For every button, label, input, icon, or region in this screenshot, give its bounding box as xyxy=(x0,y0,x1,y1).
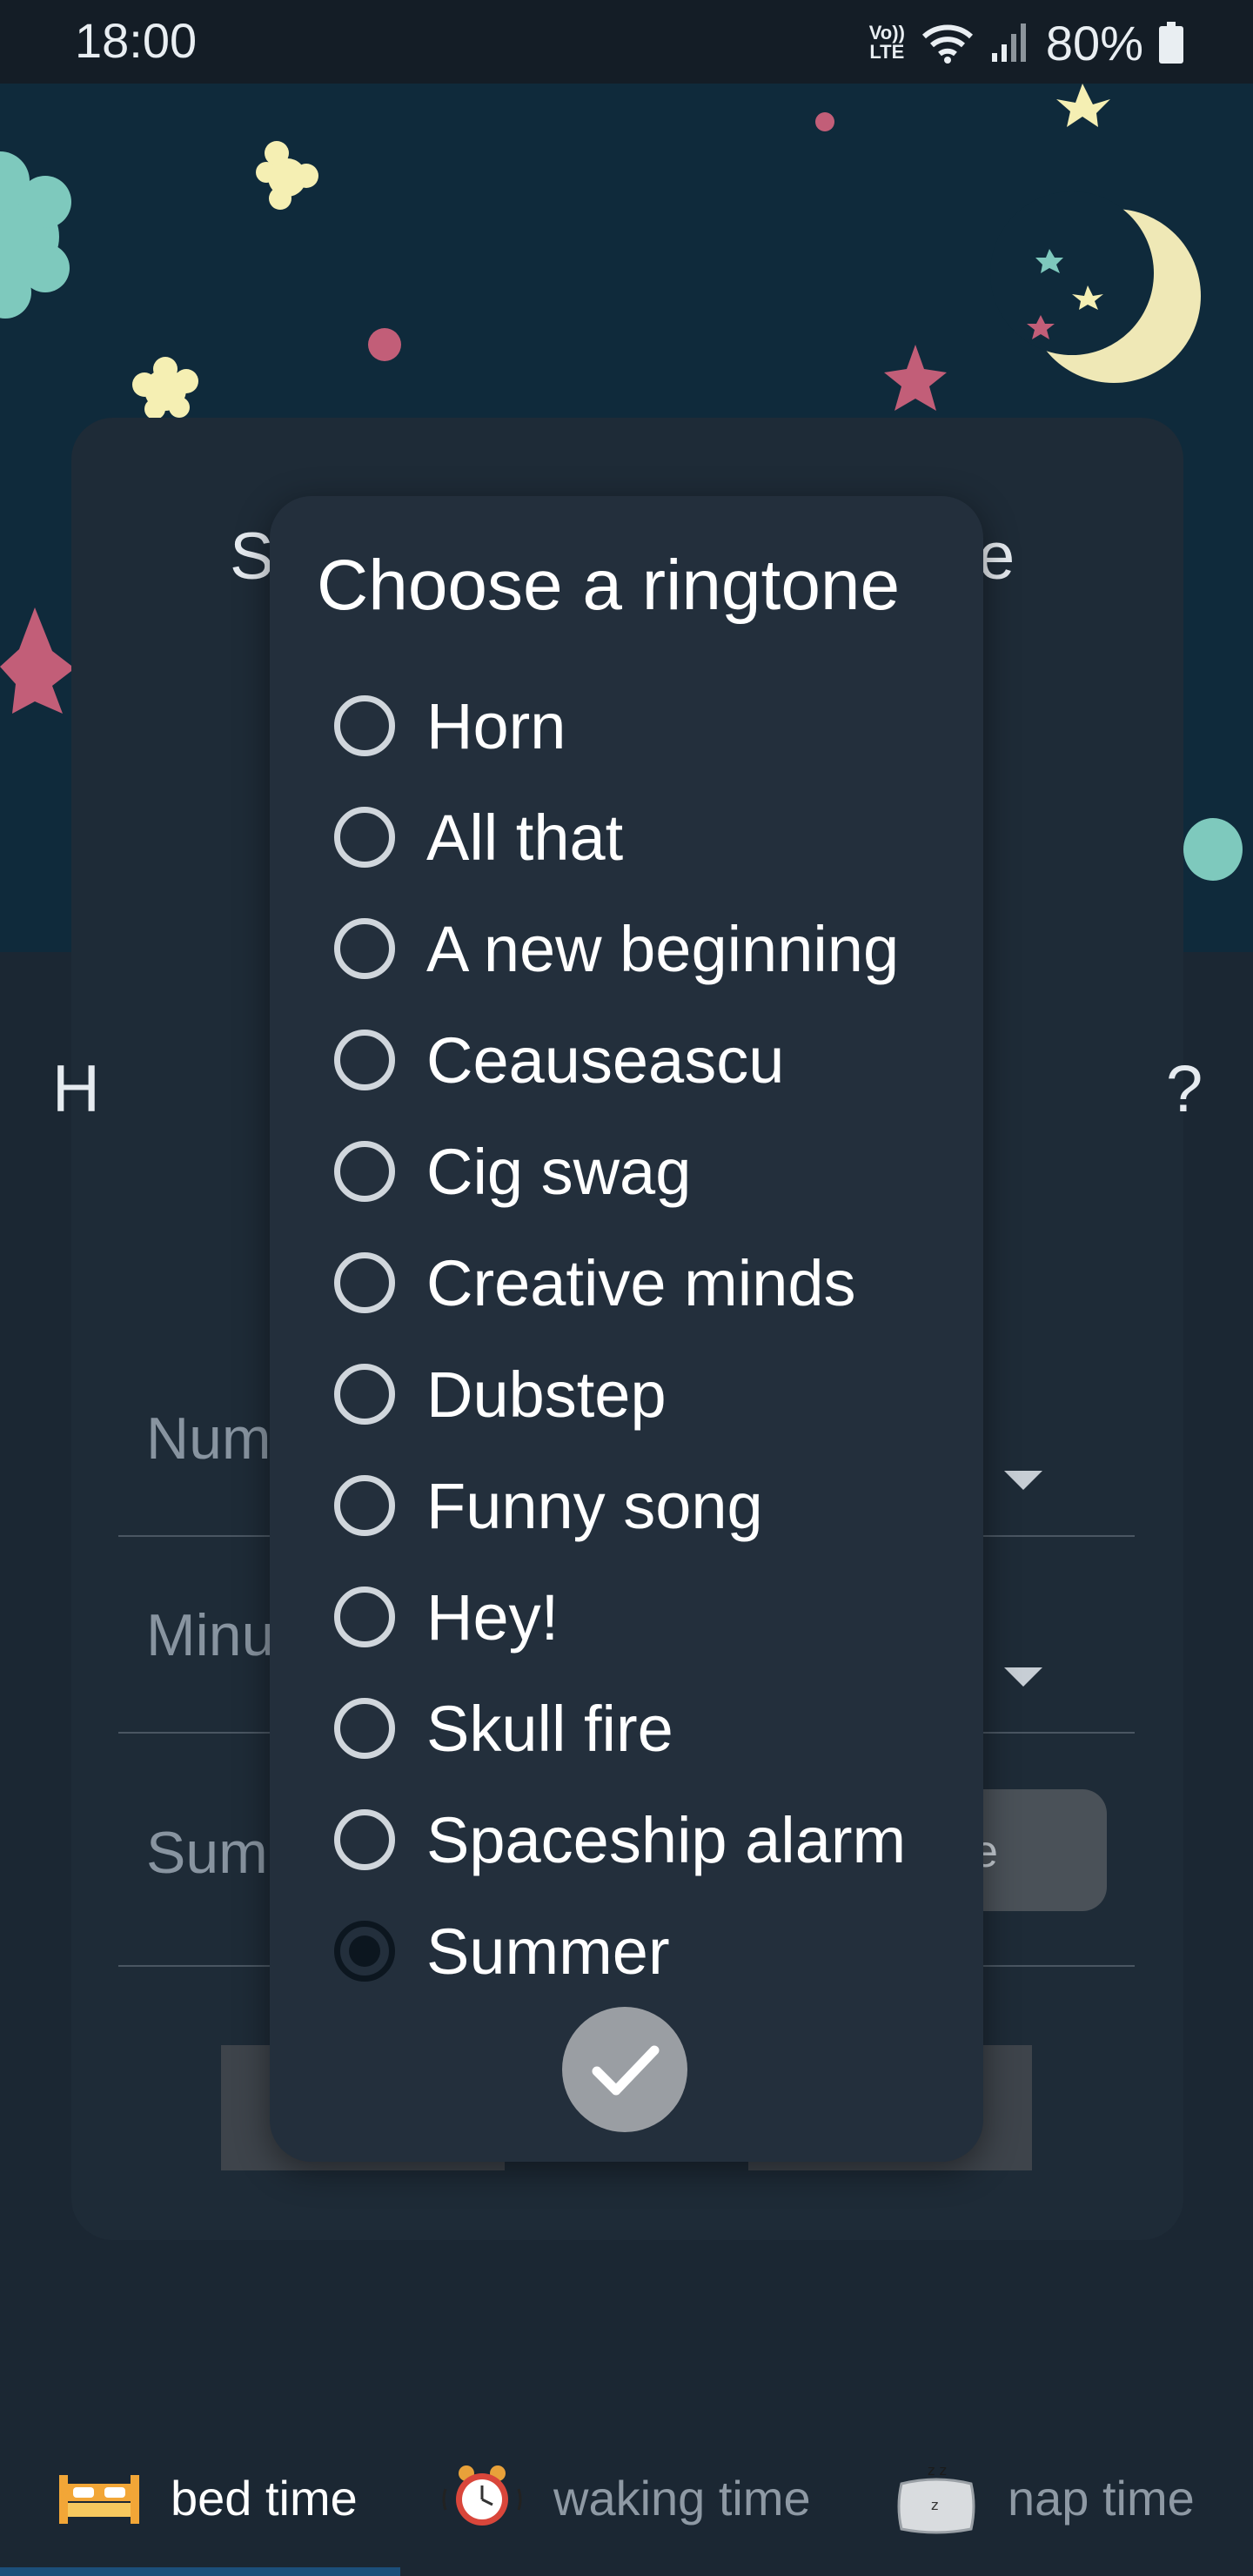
ringtone-label: Horn xyxy=(426,689,566,762)
radio-unselected-icon[interactable] xyxy=(334,1475,395,1536)
ringtone-list: Horn All that A new beginning Ceauseascu Cig… xyxy=(334,670,978,2007)
battery-percent: 80% xyxy=(1045,15,1143,70)
nav-label: nap time xyxy=(1008,2470,1195,2526)
number-field-label: Num xyxy=(146,1405,271,1472)
signal-icon xyxy=(991,23,1026,62)
battery-icon xyxy=(1159,22,1183,64)
radio-unselected-icon[interactable] xyxy=(334,1252,395,1313)
ringtone-label: All that xyxy=(426,801,624,874)
pink-dot-icon xyxy=(815,112,834,131)
radio-unselected-icon[interactable] xyxy=(334,1030,395,1090)
ringtone-option[interactable]: Horn xyxy=(334,670,978,782)
svg-text:z z: z z xyxy=(928,2462,947,2479)
nav-item-nap-time[interactable]: z z z nap time xyxy=(895,2437,1195,2559)
radio-unselected-icon[interactable] xyxy=(334,1587,395,1647)
ringtone-label: Spaceship alarm xyxy=(426,1803,907,1876)
ringtone-option[interactable]: Spaceship alarm xyxy=(334,1784,978,1895)
pink-star-icon xyxy=(0,607,75,714)
radio-unselected-icon[interactable] xyxy=(334,1809,395,1870)
summary-field-label: Sum xyxy=(146,1820,268,1886)
ringtone-label: Creative minds xyxy=(426,1246,856,1319)
ringtone-label: Cig swag xyxy=(426,1135,692,1208)
ringtone-label: Dubstep xyxy=(426,1358,667,1431)
ringtone-option[interactable]: Skull fire xyxy=(334,1673,978,1784)
ringtone-option[interactable]: Funny song xyxy=(334,1450,978,1561)
question-fragment: ? xyxy=(1166,1052,1203,1126)
ringtone-label: Funny song xyxy=(426,1469,763,1542)
ringtone-option[interactable]: Ceauseascu xyxy=(334,1004,978,1116)
ringtone-option[interactable]: Summer xyxy=(334,1895,978,2007)
yellow-star-icon xyxy=(256,141,318,210)
lte-label: LTE xyxy=(869,41,905,63)
radio-unselected-icon[interactable] xyxy=(334,695,395,756)
bed-icon xyxy=(59,2475,139,2524)
pink-dot-icon xyxy=(368,328,401,361)
yellow-star-icon xyxy=(1056,84,1110,127)
bottom-navigation: bed time waking time z z z nap time xyxy=(0,2437,1253,2576)
radio-unselected-icon[interactable] xyxy=(334,1698,395,1759)
moon-icon xyxy=(990,191,1201,383)
ringtone-option[interactable]: Cig swag xyxy=(334,1116,978,1227)
confirm-button[interactable] xyxy=(562,2007,687,2132)
volte-label: Vo)) xyxy=(868,22,905,44)
check-icon xyxy=(592,2045,660,2096)
dialog-title: Choose a ringtone xyxy=(317,546,901,625)
nav-label: bed time xyxy=(171,2470,358,2526)
nav-label: waking time xyxy=(553,2470,811,2526)
radio-dot xyxy=(349,1935,380,1967)
status-bar: 18:00 Vo)) LTE 80% xyxy=(0,0,1253,84)
radio-unselected-icon[interactable] xyxy=(334,1364,395,1425)
dropdown-caret-icon[interactable] xyxy=(1004,1667,1042,1687)
ringtone-dialog: Choose a ringtone Horn All that A new begi… xyxy=(270,496,983,2162)
active-tab-indicator xyxy=(0,2567,400,2576)
volte-indicator: Vo)) LTE xyxy=(869,23,905,62)
pillow-icon: z z z xyxy=(897,2462,975,2534)
radio-unselected-icon[interactable] xyxy=(334,918,395,979)
alarm-clock-icon xyxy=(442,2465,522,2526)
teal-blob-icon xyxy=(1183,818,1243,881)
ringtone-label: A new beginning xyxy=(426,912,900,985)
radio-unselected-icon[interactable] xyxy=(334,1141,395,1202)
ringtone-label: Hey! xyxy=(426,1580,559,1654)
wifi-icon xyxy=(921,24,973,64)
minutes-field-label: Minu xyxy=(146,1602,275,1668)
ringtone-option[interactable]: Creative minds xyxy=(334,1227,978,1338)
status-time: 18:00 xyxy=(75,13,198,68)
nav-item-bed-time[interactable]: bed time xyxy=(57,2437,358,2559)
pink-star-icon xyxy=(884,345,947,411)
card-title-fragment: S xyxy=(230,520,274,594)
dropdown-caret-icon[interactable] xyxy=(1004,1471,1042,1490)
ringtone-label: Summer xyxy=(426,1915,670,1988)
ringtone-label: Ceauseascu xyxy=(426,1023,785,1097)
ringtone-option[interactable]: Dubstep xyxy=(334,1338,978,1450)
teal-star-icon xyxy=(0,151,71,319)
status-icons: Vo)) LTE 80% xyxy=(869,12,1183,73)
question-fragment: H xyxy=(52,1052,100,1126)
radio-selected-icon[interactable] xyxy=(334,1921,395,1982)
card-title-fragment: e xyxy=(978,520,1015,594)
ringtone-option[interactable]: All that xyxy=(334,782,978,893)
radio-unselected-icon[interactable] xyxy=(334,807,395,868)
ringtone-label: Skull fire xyxy=(426,1692,673,1765)
svg-text:z: z xyxy=(931,2497,938,2513)
ringtone-option[interactable]: Hey! xyxy=(334,1561,978,1673)
yellow-star-icon xyxy=(132,357,198,419)
nav-item-waking-time[interactable]: waking time xyxy=(440,2437,811,2559)
ringtone-option[interactable]: A new beginning xyxy=(334,893,978,1004)
